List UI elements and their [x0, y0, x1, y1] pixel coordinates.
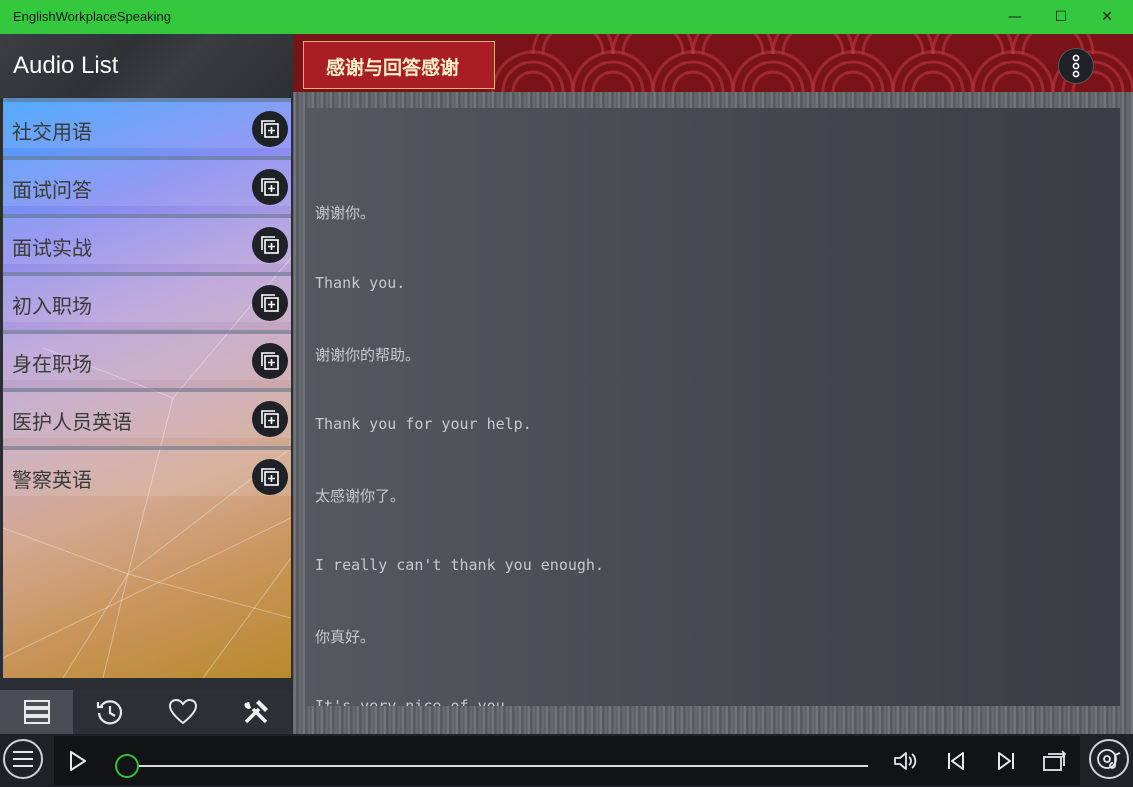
lyric-line: 太感谢你了。: [315, 487, 406, 505]
next-button[interactable]: [992, 748, 1020, 774]
player-bar: [0, 734, 1133, 787]
app-title: EnglishWorkplaceSpeaking: [13, 9, 172, 24]
list-item-label: 初入职场: [12, 294, 92, 318]
lyric-line: 你真好。: [315, 628, 376, 646]
hamburger-icon: [13, 751, 33, 767]
category-title: 感谢与回答感谢: [326, 57, 460, 79]
add-playlist-icon: [261, 178, 279, 196]
minimize-icon: —: [1008, 9, 1022, 25]
volume-icon: [894, 752, 917, 770]
add-playlist-icon: [261, 352, 279, 370]
add-to-playlist-button[interactable]: [252, 169, 288, 205]
list-item-label: 社交用语: [12, 120, 92, 144]
add-to-playlist-button[interactable]: [252, 111, 288, 147]
close-icon: ✕: [1101, 9, 1113, 25]
list-icon: [23, 700, 50, 724]
close-button[interactable]: ✕: [1084, 0, 1130, 34]
music-disc-icon: [1097, 749, 1121, 769]
audio-list: 社交用语 面试问答 面试实战 初入职场 身在职场 医护人员英语 警察英语: [3, 98, 291, 678]
seek-area: [54, 736, 1080, 785]
seek-bar[interactable]: [128, 765, 868, 767]
main-panel: 感谢与回答感谢 谢谢你。 Thank you. 谢谢你的帮助。 Thank yo…: [293, 34, 1133, 734]
playlist-icon: [1043, 750, 1067, 771]
list-item[interactable]: 面试问答: [3, 156, 291, 206]
add-playlist-icon: [261, 468, 279, 486]
lyrics-panel[interactable]: 谢谢你。 Thank you. 谢谢你的帮助。 Thank you for yo…: [305, 108, 1120, 706]
sidebar: Audio List 社交用语 面试问答 面试实战 初入职场 身在职场 医护人员…: [0, 34, 293, 734]
history-icon: [96, 700, 122, 725]
menu-button[interactable]: [3, 739, 43, 779]
tab-history[interactable]: [73, 690, 146, 734]
add-to-playlist-button[interactable]: [252, 285, 288, 321]
seek-thumb[interactable]: [115, 754, 139, 778]
lyric-line: 谢谢你。: [315, 204, 376, 222]
tab-favorites[interactable]: [146, 690, 219, 734]
list-item-label: 身在职场: [12, 352, 92, 376]
banner: 感谢与回答感谢: [293, 34, 1133, 92]
sidebar-tabs: [0, 690, 293, 734]
sidebar-title: Audio List: [13, 52, 119, 79]
add-to-playlist-button[interactable]: [252, 227, 288, 263]
tab-tools[interactable]: [219, 690, 292, 734]
list-item[interactable]: 医护人员英语: [3, 388, 291, 438]
add-to-playlist-button[interactable]: [252, 343, 288, 379]
add-playlist-icon: [261, 294, 279, 312]
play-icon: [70, 751, 86, 771]
now-playing-button[interactable]: [1089, 739, 1129, 779]
list-item[interactable]: 社交用语: [3, 98, 291, 148]
sidebar-header: Audio List: [0, 34, 293, 98]
minimize-button[interactable]: —: [992, 0, 1038, 34]
category-title-plaque: 感谢与回答感谢: [303, 41, 495, 89]
more-vertical-icon: [1072, 54, 1080, 78]
lyric-line: Thank you.: [315, 274, 406, 292]
maximize-button[interactable]: ☐: [1038, 0, 1084, 34]
add-playlist-icon: [261, 410, 279, 428]
skip-back-icon: [948, 752, 964, 770]
heart-icon: [168, 698, 197, 725]
tab-list[interactable]: [0, 690, 73, 734]
more-options-button[interactable]: [1058, 48, 1094, 84]
list-item[interactable]: 初入职场: [3, 272, 291, 322]
tools-icon: [244, 700, 268, 724]
lyric-line: I really can't thank you enough.: [315, 556, 604, 574]
lyric-line: It's very nice of you.: [315, 697, 514, 706]
list-item[interactable]: 身在职场: [3, 330, 291, 380]
maximize-icon: ☐: [1054, 9, 1068, 25]
title-bar: EnglishWorkplaceSpeaking — ☐ ✕: [0, 0, 1133, 34]
volume-button[interactable]: [892, 748, 920, 774]
list-item-label: 面试实战: [12, 236, 92, 260]
add-playlist-icon: [261, 120, 279, 138]
list-item-label: 警察英语: [12, 468, 92, 492]
add-playlist-icon: [261, 236, 279, 254]
lyrics-frame: 谢谢你。 Thank you. 谢谢你的帮助。 Thank you for yo…: [293, 92, 1133, 734]
list-item-label: 面试问答: [12, 178, 92, 202]
previous-button[interactable]: [942, 748, 970, 774]
list-item[interactable]: 面试实战: [3, 214, 291, 264]
play-button[interactable]: [68, 750, 88, 776]
list-item-label: 医护人员英语: [12, 410, 132, 434]
list-item[interactable]: 警察英语: [3, 446, 291, 496]
playlist-button[interactable]: [1041, 748, 1069, 774]
skip-forward-icon: [998, 752, 1014, 770]
add-to-playlist-button[interactable]: [252, 459, 288, 495]
add-to-playlist-button[interactable]: [252, 401, 288, 437]
lyric-line: 谢谢你的帮助。: [315, 346, 421, 364]
lyric-line: Thank you for your help.: [315, 415, 532, 433]
